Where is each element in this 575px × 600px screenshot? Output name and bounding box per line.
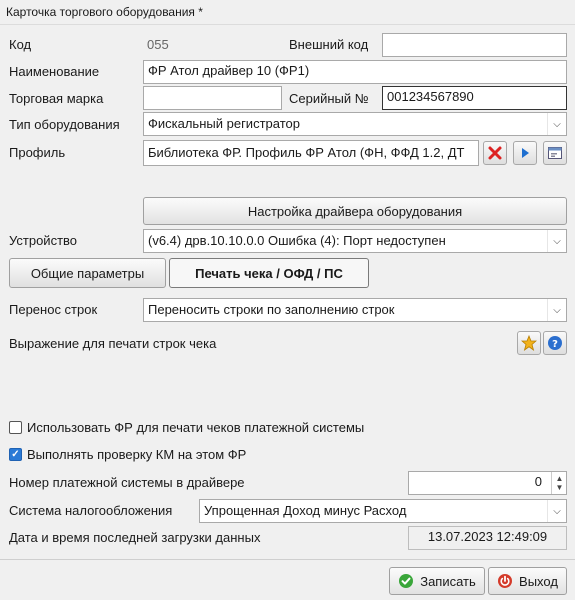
play-arrow-icon (522, 148, 529, 158)
star-icon (521, 335, 537, 351)
check-icon (399, 574, 414, 588)
help-icon: ? (548, 336, 562, 350)
exit-button[interactable]: Выход (488, 567, 567, 595)
line-wrap-select[interactable]: Переносить строки по заполнению строк ⌵ (143, 298, 567, 322)
save-button-label: Записать (420, 573, 476, 589)
expression-label: Выражение для печати строк чека (9, 336, 217, 351)
last-load-label: Дата и время последней загрузки данных (9, 530, 261, 545)
payment-system-input[interactable]: 0 (408, 471, 567, 495)
window-settings-icon (548, 147, 562, 159)
close-icon (488, 146, 502, 160)
device-label: Устройство (9, 233, 78, 248)
chevron-down-icon[interactable]: ⌵ (547, 500, 566, 522)
profile-label: Профиль (9, 145, 66, 160)
profile-input[interactable]: Библиотека ФР. Профиль ФР Атол (ФН, ФФД … (143, 140, 479, 166)
equipment-type-select[interactable]: Фискальный регистратор ⌵ (143, 112, 567, 136)
save-button[interactable]: Записать (389, 567, 485, 595)
payment-system-spinner[interactable]: ▲ ▼ (551, 472, 567, 494)
check-km-checkbox[interactable]: ✓ (9, 448, 22, 461)
serial-input[interactable]: 001234567890 (382, 86, 567, 110)
chevron-down-icon[interactable]: ⌵ (547, 230, 566, 252)
trademark-input[interactable] (143, 86, 282, 110)
equipment-type-value: Фискальный регистратор (148, 116, 300, 131)
line-wrap-value: Переносить строки по заполнению строк (148, 302, 395, 317)
code-value: 055 (147, 37, 169, 52)
window-title: Карточка торгового оборудования * (6, 5, 203, 19)
payment-system-label: Номер платежной системы в драйвере (9, 475, 245, 490)
check-km-label: Выполнять проверку КМ на этом ФР (27, 447, 247, 462)
power-icon (498, 574, 513, 588)
code-label: Код (9, 37, 32, 52)
favorite-expression-button[interactable] (517, 331, 541, 355)
name-input[interactable]: ФР Атол драйвер 10 (ФР1) (143, 60, 567, 84)
tax-system-label: Система налогообложения (9, 503, 173, 518)
tax-system-value: Упрощенная Доход минус Расход (204, 503, 407, 518)
tab-receipt-printing[interactable]: Печать чека / ОФД / ПС (169, 258, 369, 288)
exit-button-label: Выход (519, 573, 558, 589)
clear-profile-button[interactable] (483, 141, 507, 165)
footer-divider (0, 559, 575, 560)
last-load-value: 13.07.2023 12:49:09 (408, 526, 567, 550)
chevron-down-icon[interactable]: ⌵ (547, 299, 566, 321)
profile-settings-button[interactable] (543, 141, 567, 165)
use-fr-checkbox[interactable] (9, 421, 22, 434)
title-bar: Карточка торгового оборудования * (0, 0, 575, 25)
chevron-down-icon[interactable]: ⌵ (547, 113, 566, 135)
tax-system-select[interactable]: Упрощенная Доход минус Расход ⌵ (199, 499, 567, 523)
trademark-label: Торговая марка (9, 91, 104, 106)
open-profile-button[interactable] (513, 141, 537, 165)
spin-up-icon[interactable]: ▲ (556, 474, 564, 483)
external-code-input[interactable] (382, 33, 567, 57)
name-label: Наименование (9, 64, 100, 79)
external-code-label: Внешний код (289, 37, 369, 52)
spin-down-icon[interactable]: ▼ (556, 483, 564, 492)
help-expression-button[interactable]: ? (543, 331, 567, 355)
use-fr-label: Использовать ФР для печати чеков платежн… (27, 420, 365, 435)
line-wrap-label: Перенос строк (9, 302, 98, 317)
driver-settings-button[interactable]: Настройка драйвера оборудования (143, 197, 567, 225)
device-value: (v6.4) дрв.10.10.0.0 Ошибка (4): Порт не… (148, 233, 446, 248)
serial-label: Серийный № (289, 91, 369, 106)
equipment-type-label: Тип оборудования (9, 117, 120, 132)
svg-text:?: ? (552, 339, 558, 350)
tab-general-params[interactable]: Общие параметры (9, 258, 166, 288)
device-select[interactable]: (v6.4) дрв.10.10.0.0 Ошибка (4): Порт не… (143, 229, 567, 253)
